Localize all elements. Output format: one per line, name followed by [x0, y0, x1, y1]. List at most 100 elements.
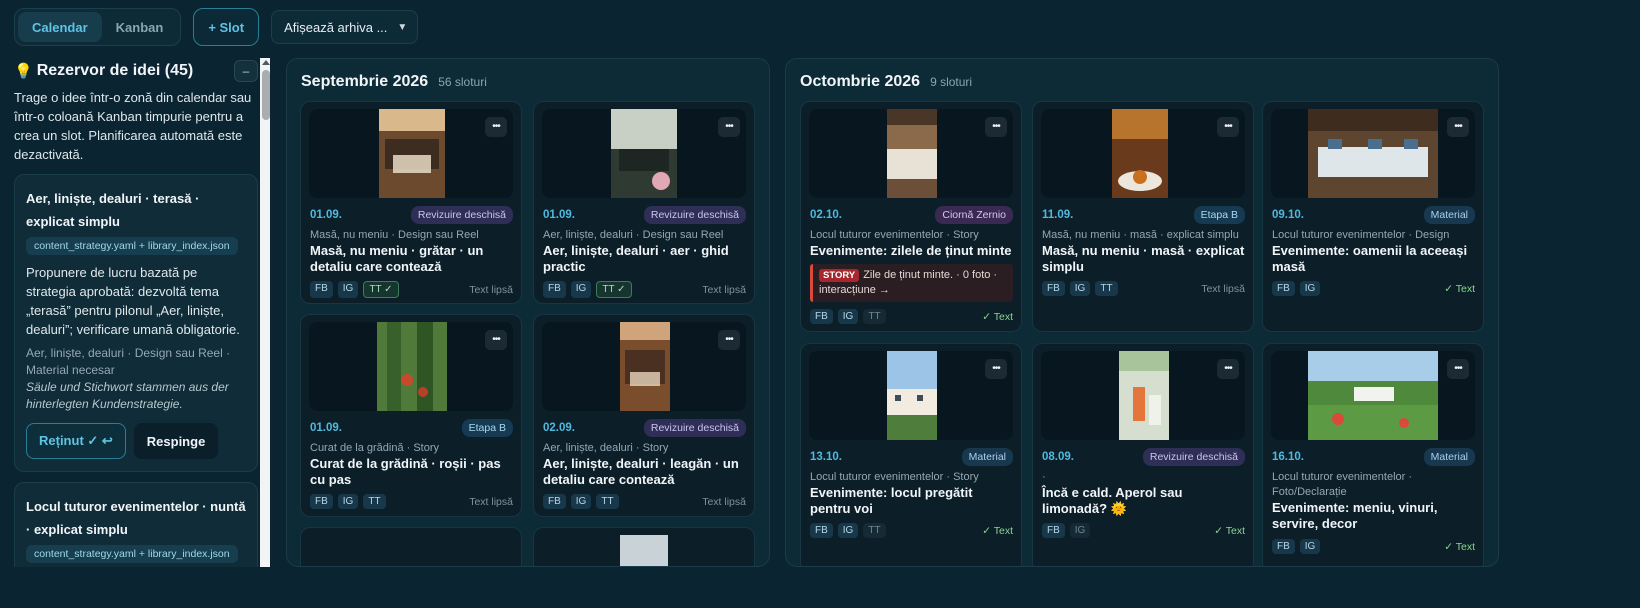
- idea-pool-sidebar: 💡 Rezervor de idei (45) – Trage o idee î…: [0, 58, 270, 567]
- text-status: ✓ Text: [1444, 282, 1475, 295]
- slot-card[interactable]: ••• 09.10. Material Locul tuturor evenime…: [1262, 101, 1484, 332]
- comment-button[interactable]: •••: [1217, 359, 1239, 379]
- slot-date: 02.09.: [543, 422, 575, 434]
- slot-date: 11.09.: [1042, 209, 1074, 221]
- comment-button[interactable]: •••: [485, 117, 507, 137]
- comment-icon: •••: [725, 121, 733, 132]
- scroll-up-arrow-icon[interactable]: [262, 60, 270, 65]
- slot-meta: Masă, nu meniu · masă · explicat simplu: [1042, 229, 1239, 241]
- view-kanban-button[interactable]: Kanban: [102, 12, 178, 42]
- slot-title: Aer, liniște, dealuri · aer · ghid pract…: [543, 243, 729, 274]
- comment-icon: •••: [1224, 121, 1232, 132]
- slot-card[interactable]: ••• 02.09. Revizuire deschisă Aer, linișt…: [533, 314, 755, 517]
- channel-chip-ig: IG: [337, 494, 359, 509]
- comment-button[interactable]: •••: [718, 330, 740, 350]
- source-chip: content_strategy.yaml + library_index.js…: [26, 545, 238, 563]
- text-status: ✓ Text: [1214, 524, 1245, 537]
- chevron-down-icon: ▼: [397, 21, 408, 33]
- slot-media: •••: [542, 109, 746, 198]
- channel-chip-fb: FB: [310, 281, 333, 298]
- keep-button[interactable]: Reținut ✓ ↩: [26, 423, 126, 459]
- comment-button[interactable]: •••: [485, 330, 507, 350]
- channel-chip-fb: FB: [1272, 281, 1295, 296]
- comment-icon: •••: [492, 334, 500, 345]
- idea-meta: Aer, liniște, dealuri · Design sau Reel …: [26, 346, 231, 377]
- collapse-button[interactable]: –: [234, 60, 258, 82]
- channel-chip-fb: FB: [810, 309, 833, 324]
- view-toggle: Calendar Kanban: [14, 8, 182, 46]
- comment-icon: •••: [1454, 363, 1462, 374]
- pool-description: Trage o idee într-o zonă din calendar sa…: [14, 90, 252, 162]
- pool-title-text: Rezervor de idei (45): [36, 62, 194, 79]
- comment-button[interactable]: •••: [1447, 117, 1469, 137]
- slot-date: 02.10.: [810, 209, 842, 221]
- slot-card[interactable]: ••• 01.09. Revizuire deschisă Masă, nu me…: [300, 101, 522, 304]
- comment-button[interactable]: •••: [985, 117, 1007, 137]
- slot-card[interactable]: ••• 13.10. Material Locul tuturor evenime…: [800, 343, 1022, 566]
- text-status: Text lipsă: [469, 283, 513, 296]
- comment-button[interactable]: •••: [1217, 117, 1239, 137]
- slot-date: 01.09.: [310, 422, 342, 434]
- month-title: Septembrie 2026: [301, 73, 429, 90]
- status-badge: Material: [961, 448, 1013, 466]
- slot-media: •••: [809, 351, 1013, 440]
- slot-title: Masă, nu meniu · masă · explicat simplu: [1042, 243, 1245, 274]
- text-status: Text lipsă: [702, 495, 746, 508]
- story-preview[interactable]: STORY Zile de ținut minte. · 0 foto · int…: [810, 264, 1013, 302]
- channel-chip-tt: TT ✓: [596, 281, 632, 298]
- reject-button[interactable]: Respinge: [133, 423, 219, 459]
- lightbulb-icon: 💡: [14, 63, 33, 80]
- channel-chip-fb: FB: [810, 523, 833, 538]
- channel-chip-ig: IG: [1299, 539, 1321, 554]
- status-badge: Ciornă Zernio: [935, 206, 1013, 224]
- text-status: Text lipsă: [469, 495, 513, 508]
- channel-chip-tt: TT: [1095, 281, 1118, 296]
- idea-card[interactable]: Aer, liniște, dealuri · terasă · explica…: [14, 174, 258, 472]
- slot-card[interactable]: [533, 527, 755, 566]
- comment-button[interactable]: •••: [985, 359, 1007, 379]
- channel-chip-tt: TT ✓: [363, 281, 399, 298]
- channel-chip-ig: IG: [837, 523, 859, 538]
- channel-chip-ig: IG: [1069, 523, 1091, 538]
- status-badge: Etapa B: [461, 419, 513, 437]
- comment-icon: •••: [492, 121, 500, 132]
- comment-button[interactable]: •••: [718, 117, 740, 137]
- slot-media: •••: [309, 322, 513, 411]
- slot-card[interactable]: ••• 08.09. Revizuire deschisă · Încă e ca…: [1032, 343, 1254, 566]
- comment-icon: •••: [725, 334, 733, 345]
- slot-card[interactable]: [300, 527, 522, 566]
- photo-thumbnail: [1308, 351, 1438, 440]
- slot-card[interactable]: ••• 01.09. Etapa B Curat de la grădină · …: [300, 314, 522, 517]
- status-badge: Revizuire deschisă: [410, 206, 513, 224]
- slot-media: •••: [1041, 351, 1245, 440]
- archive-select[interactable]: Afișează arhiva ... ▼: [271, 10, 419, 44]
- channel-chip-fb: FB: [543, 281, 566, 298]
- archive-select-value: Afișează arhiva ...: [284, 19, 388, 35]
- sidebar-scrollbar[interactable]: [260, 58, 270, 567]
- photo-thumbnail: [887, 109, 937, 198]
- text-status: ✓ Text: [982, 524, 1013, 537]
- toolbar: Calendar Kanban + Slot Afișează arhiva .…: [14, 8, 419, 46]
- scrollbar-thumb[interactable]: [262, 70, 270, 120]
- slot-media: •••: [1041, 109, 1245, 198]
- slot-card[interactable]: ••• 11.09. Etapa B Masă, nu meniu · masă …: [1032, 101, 1254, 332]
- slot-media: •••: [542, 322, 746, 411]
- comment-button[interactable]: •••: [1447, 359, 1469, 379]
- slot-card[interactable]: ••• 01.09. Revizuire deschisă Aer, linișt…: [533, 101, 755, 304]
- idea-card[interactable]: Locul tuturor evenimentelor · nuntă · ex…: [14, 482, 258, 567]
- idea-title: Locul tuturor evenimentelor · nuntă · ex…: [26, 499, 246, 537]
- slot-card[interactable]: ••• 16.10. Material Locul tuturor evenime…: [1262, 343, 1484, 566]
- slot-card[interactable]: ••• 02.10. Ciornă Zernio Locul tuturor ev…: [800, 101, 1022, 332]
- add-slot-button[interactable]: + Slot: [193, 8, 260, 46]
- channel-chip-fb: FB: [1272, 539, 1295, 554]
- month-slot-count: 56 sloturi: [438, 75, 487, 89]
- slot-date: 01.09.: [310, 209, 342, 221]
- photo-thumbnail: [1119, 351, 1169, 440]
- channel-chip-fb: FB: [1042, 523, 1065, 538]
- channel-chip-tt: TT: [363, 494, 386, 509]
- channel-chip-ig: IG: [570, 494, 592, 509]
- view-calendar-button[interactable]: Calendar: [18, 12, 102, 42]
- idea-note: Säule und Stichwort stammen aus der hint…: [26, 380, 229, 411]
- slot-title: Evenimente: oamenii la aceeași masă: [1272, 243, 1468, 274]
- channel-chip-tt: TT: [863, 523, 886, 538]
